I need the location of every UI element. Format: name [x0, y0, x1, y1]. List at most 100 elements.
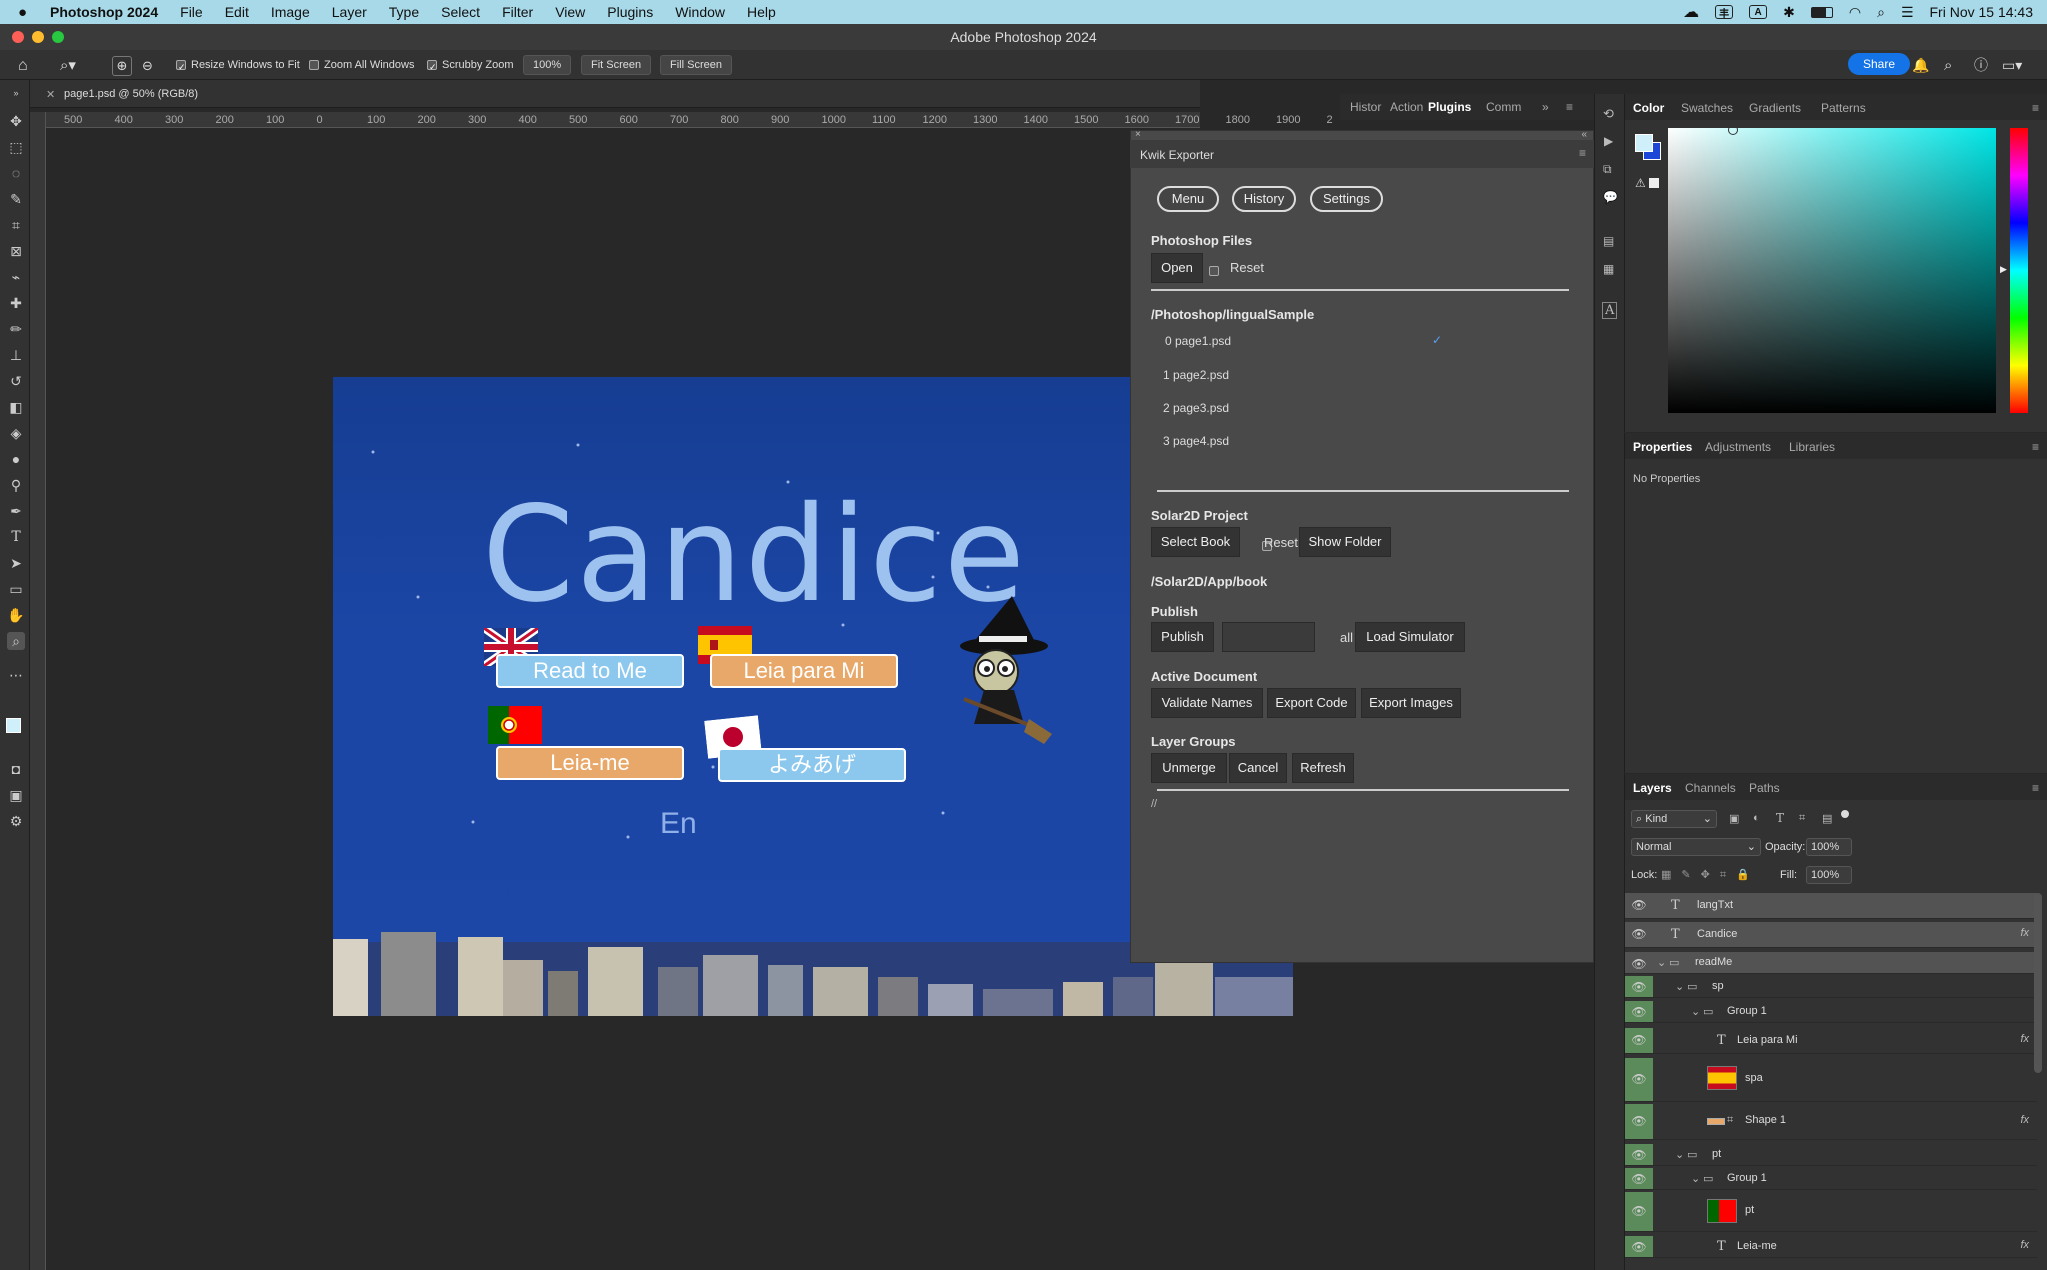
tab-gradients[interactable]: Gradients	[1749, 101, 1801, 115]
scrubby-zoom-checkbox[interactable]	[427, 58, 437, 77]
visibility-eye-icon[interactable]: 👁	[1631, 1072, 1647, 1086]
menu-image[interactable]: Image	[271, 4, 310, 20]
leia-para-mi-button[interactable]: Leia para Mi	[710, 654, 898, 688]
visibility-eye-icon[interactable]: 👁	[1631, 1033, 1647, 1047]
paint-bucket-tool-icon[interactable]: ◈	[7, 424, 25, 442]
menu-plugins[interactable]: Plugins	[607, 4, 653, 20]
show-folder-button[interactable]: Show Folder	[1299, 527, 1391, 557]
properties-panel-menu-icon[interactable]: ≡	[2032, 440, 2039, 454]
fill-screen-button[interactable]: Fill Screen	[660, 55, 732, 75]
pixel-layer-filter-icon[interactable]: ▣	[1729, 812, 1739, 825]
menu-filter[interactable]: Filter	[502, 4, 533, 20]
unmerge-button[interactable]: Unmerge	[1151, 753, 1227, 783]
character-panel-icon[interactable]: A	[1602, 302, 1618, 319]
menu-file[interactable]: File	[180, 4, 203, 20]
reset-files-checkbox[interactable]	[1209, 265, 1219, 276]
hue-slider-handle[interactable]: ▶	[2000, 264, 2007, 275]
blur-tool-icon[interactable]: ●	[7, 450, 25, 468]
move-tool-icon[interactable]: ✥	[7, 112, 25, 130]
publish-button[interactable]: Publish	[1151, 622, 1214, 652]
screen-mode-icon[interactable]: ▣	[7, 786, 25, 804]
menu-type[interactable]: Type	[389, 4, 419, 20]
tab-actions[interactable]: Action	[1390, 100, 1423, 114]
help-icon[interactable]: ⓘ	[1974, 56, 1988, 75]
document-tab-title[interactable]: page1.psd @ 50% (RGB/8)	[64, 88, 198, 100]
menu-edit[interactable]: Edit	[225, 4, 249, 20]
shape-layer-filter-icon[interactable]: ⌗	[1799, 812, 1805, 825]
path-select-tool-icon[interactable]: ➤	[7, 554, 25, 572]
menu-app-name[interactable]: Photoshop 2024	[50, 4, 158, 20]
panel-menu-icon[interactable]: ≡	[1566, 100, 1573, 114]
search-icon[interactable]: ⌕	[1944, 56, 1952, 75]
kwik-panel-menu-icon[interactable]: ≡	[1579, 146, 1586, 160]
healing-brush-tool-icon[interactable]: ✚	[7, 294, 25, 312]
menu-window[interactable]: Window	[675, 4, 725, 20]
close-document-icon[interactable]: ✕	[46, 88, 55, 101]
creative-cloud-icon[interactable]: ☁	[1683, 2, 1699, 22]
clone-stamp-tool-icon[interactable]: ⊥	[7, 346, 25, 364]
menu-pill-button[interactable]: Menu	[1157, 186, 1219, 212]
layer-row[interactable]: 👁 ⌄ ▭ sp	[1625, 976, 2037, 998]
type-layer-filter-icon[interactable]: T	[1776, 811, 1784, 825]
layer-row[interactable]: 👁 T Leia-me fx	[1625, 1236, 2037, 1258]
layer-row[interactable]: 👁 T Leia para Mi fx	[1625, 1028, 2037, 1054]
menu-help[interactable]: Help	[747, 4, 776, 20]
tab-channels[interactable]: Channels	[1685, 781, 1736, 795]
layer-row[interactable]: 👁 ⌗ Shape 1 fx	[1625, 1104, 2037, 1140]
history-brush-tool-icon[interactable]: ↺	[7, 372, 25, 390]
apple-icon[interactable]: ●	[18, 4, 36, 21]
hue-slider[interactable]	[2010, 128, 2028, 413]
read-to-me-button[interactable]: Read to Me	[496, 654, 684, 688]
tab-adjustments[interactable]: Adjustments	[1705, 440, 1771, 454]
visibility-eye-icon[interactable]: 👁	[1631, 957, 1647, 971]
adjustment-layer-filter-icon[interactable]: ◐	[1753, 812, 1760, 824]
yomiage-button[interactable]: よみあげ	[718, 748, 906, 782]
actions-panel-icon[interactable]: ▶	[1604, 134, 1613, 148]
zoom-all-option[interactable]: Zoom All Windows	[309, 56, 414, 75]
export-images-button[interactable]: Export Images	[1361, 688, 1461, 718]
history-panel-icon[interactable]: ⟲	[1603, 106, 1614, 122]
layers-panel-menu-icon[interactable]: ≡	[2032, 781, 2039, 795]
plugins-panel-icon[interactable]: ⧉	[1603, 162, 1612, 177]
control-center-icon[interactable]: ☰	[1901, 4, 1914, 21]
toolbar-collapse-icon[interactable]: »	[7, 84, 25, 102]
layer-row[interactable]: 👁 T langTxt	[1625, 893, 2037, 919]
smart-object-filter-icon[interactable]: ▤	[1822, 812, 1832, 825]
bluetooth-icon[interactable]: ✱	[1783, 4, 1795, 21]
comments-panel-icon[interactable]: 💬	[1603, 190, 1618, 204]
layer-effects-icon[interactable]: fx	[2020, 927, 2029, 939]
gamut-warning-icon[interactable]: ⚠	[1635, 176, 1646, 190]
publish-input[interactable]	[1222, 622, 1315, 652]
zoom-tool-preset-icon[interactable]: ⌕▾	[60, 56, 76, 75]
visibility-eye-icon[interactable]: 👁	[1631, 980, 1647, 994]
close-window-button[interactable]	[12, 31, 24, 43]
tab-history[interactable]: Histor	[1350, 100, 1381, 114]
zoom-tool-icon[interactable]: ⌕	[7, 632, 25, 650]
bell-icon[interactable]: 🔔	[1912, 56, 1929, 75]
keyboard-a-icon[interactable]: A	[1749, 5, 1768, 19]
expand-chevron-icon[interactable]: ⌄	[1675, 980, 1684, 993]
color-picker-cursor[interactable]	[1728, 125, 1738, 135]
layer-row[interactable]: 👁 ⌄ ▭ Group 1	[1625, 1168, 2037, 1190]
lock-options-icons[interactable]: ▦✎✥⌗🔒	[1661, 868, 1760, 882]
tab-plugins[interactable]: Plugins	[1428, 100, 1471, 114]
opacity-field[interactable]: 100%	[1806, 838, 1852, 856]
spotlight-icon[interactable]: ⌕	[1877, 4, 1885, 21]
resize-windows-checkbox[interactable]	[176, 58, 186, 77]
validate-names-button[interactable]: Validate Names	[1151, 688, 1263, 718]
open-button[interactable]: Open	[1151, 253, 1203, 283]
tab-swatches[interactable]: Swatches	[1681, 101, 1733, 115]
layer-row[interactable]: 👁 pt	[1625, 1192, 2037, 1232]
file-item-page1[interactable]: 0 page1.psd	[1165, 334, 1231, 348]
tab-patterns[interactable]: Patterns	[1821, 101, 1866, 115]
menu-clock[interactable]: Fri Nov 15 14:43	[1930, 4, 2034, 20]
zoom-window-button[interactable]	[52, 31, 64, 43]
menu-layer[interactable]: Layer	[332, 4, 367, 20]
layer-row[interactable]: 👁 ⌄ ▭ readMe	[1625, 952, 2037, 974]
lasso-tool-icon[interactable]: ◌	[7, 164, 25, 182]
share-button[interactable]: Share	[1848, 53, 1910, 75]
visibility-eye-icon[interactable]: 👁	[1631, 1114, 1647, 1128]
visibility-eye-icon[interactable]: 👁	[1631, 1240, 1647, 1254]
crop-tool-icon[interactable]: ⌗	[7, 216, 25, 234]
expand-panels-icon[interactable]: »	[1542, 100, 1549, 114]
